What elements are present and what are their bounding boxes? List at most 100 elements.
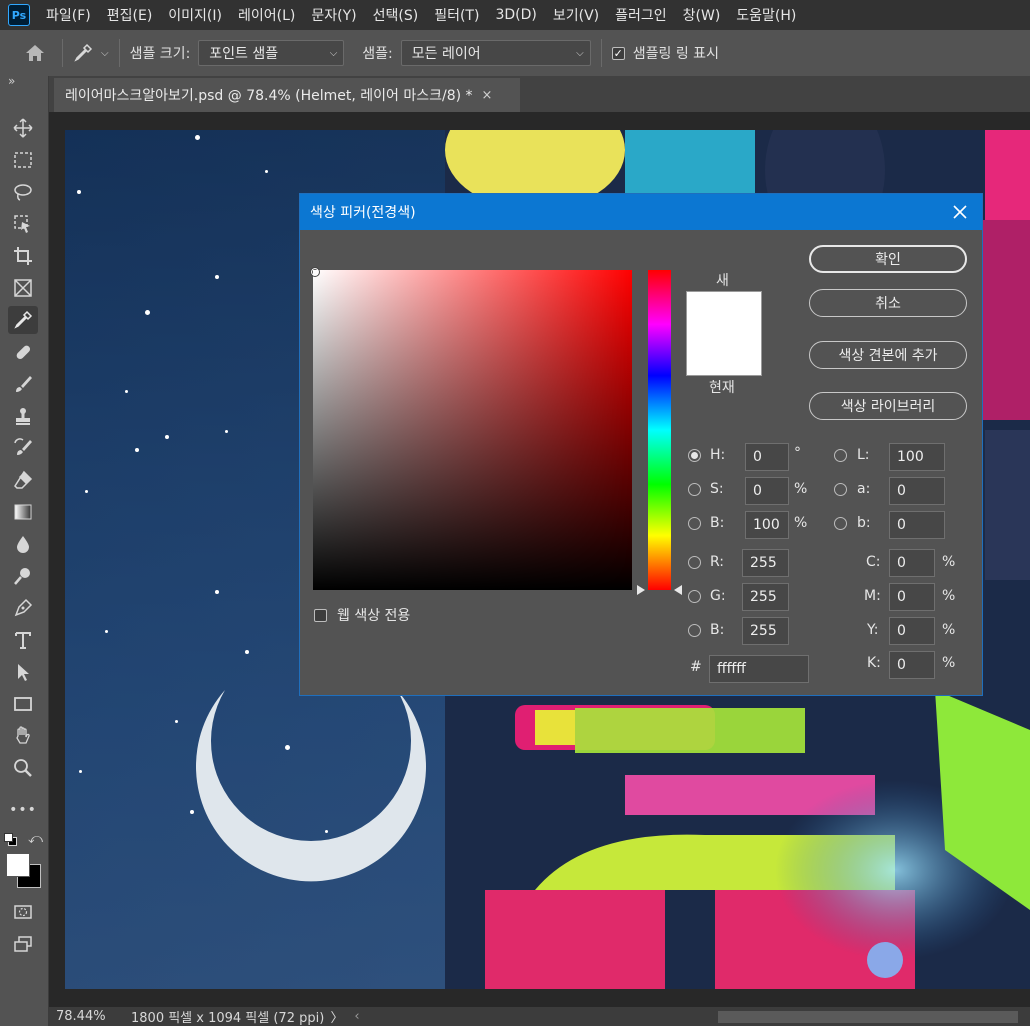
menu-select[interactable]: 선택(S) [365, 5, 427, 25]
sample-size-dropdown[interactable]: 포인트 샘플 ⌵ [198, 40, 345, 66]
green-label: G: [710, 588, 726, 604]
black-field[interactable]: 0 [889, 651, 935, 679]
cyan-field[interactable]: 0 [889, 549, 935, 577]
lab-l-field[interactable]: 100 [889, 443, 945, 471]
cancel-button[interactable]: 취소 [809, 289, 967, 317]
marquee-tool-icon[interactable] [8, 146, 38, 174]
gradient-tool-icon[interactable] [8, 498, 38, 526]
lab-a-radio[interactable] [834, 483, 847, 496]
menu-window[interactable]: 창(W) [675, 5, 729, 25]
horizontal-scrollbar[interactable] [718, 1010, 1018, 1023]
color-field-marker[interactable] [310, 267, 320, 277]
blur-tool-icon[interactable] [8, 530, 38, 558]
dialog-title-bar[interactable]: 색상 피커(전경색) [300, 194, 982, 230]
path-select-tool-icon[interactable] [8, 658, 38, 686]
color-field[interactable] [313, 270, 632, 590]
red-field[interactable]: 255 [742, 549, 789, 577]
frame-tool-icon[interactable] [8, 274, 38, 302]
add-to-swatches-button[interactable]: 색상 견본에 추가 [809, 341, 967, 369]
brightness-field[interactable]: 100 [745, 511, 789, 539]
color-libraries-button[interactable]: 색상 라이브러리 [809, 392, 967, 420]
collapse-panel-icon[interactable]: » [8, 74, 15, 88]
magenta-label: M: [864, 588, 881, 604]
rectangle-tool-icon[interactable] [8, 690, 38, 718]
quick-mask-icon[interactable] [8, 898, 38, 926]
more-tools-icon[interactable]: ••• [8, 796, 38, 824]
menu-help[interactable]: 도움말(H) [728, 5, 804, 25]
crop-tool-icon[interactable] [8, 242, 38, 270]
black-unit: % [942, 655, 956, 671]
hue-field[interactable]: 0 [745, 443, 789, 471]
object-select-tool-icon[interactable] [8, 210, 38, 238]
swap-colors-icon[interactable]: ⤺ [28, 831, 43, 847]
healing-tool-icon[interactable] [8, 338, 38, 366]
menu-plugins[interactable]: 플러그인 [607, 5, 675, 25]
show-sampling-ring-label: 샘플링 링 표시 [632, 46, 719, 62]
menu-layer[interactable]: 레이어(L) [230, 5, 303, 25]
lab-a-field[interactable]: 0 [889, 477, 945, 505]
hex-field[interactable]: ffffff [709, 655, 809, 683]
saturation-radio[interactable] [688, 483, 701, 496]
magenta-field[interactable]: 0 [889, 583, 935, 611]
hue-slider[interactable] [648, 270, 671, 590]
hue-slider-right-arrow-icon[interactable] [674, 585, 682, 595]
move-tool-icon[interactable] [8, 114, 38, 142]
menu-file[interactable]: 파일(F) [38, 5, 99, 25]
zoom-tool-icon[interactable] [8, 754, 38, 782]
status-menu-arrow-icon[interactable]: 〉 [326, 1007, 348, 1026]
saturation-field[interactable]: 0 [745, 477, 789, 505]
lab-l-radio[interactable] [834, 449, 847, 462]
foreground-color-swatch[interactable] [6, 853, 30, 877]
tools-panel: » ••• ⤺ [0, 74, 49, 1026]
web-colors-only-checkbox[interactable] [314, 609, 327, 622]
sample-size-value: 포인트 샘플 [209, 46, 279, 62]
eyedropper-tool-icon[interactable] [8, 306, 38, 334]
stamp-tool-icon[interactable] [8, 402, 38, 430]
brush-tool-icon[interactable] [8, 370, 38, 398]
yellow-label: Y: [867, 622, 879, 638]
photoshop-logo: Ps [8, 4, 30, 26]
hue-radio[interactable] [688, 449, 701, 462]
menu-edit[interactable]: 편집(E) [99, 5, 161, 25]
pen-tool-icon[interactable] [8, 594, 38, 622]
type-tool-icon[interactable] [8, 626, 38, 654]
magenta-unit: % [942, 588, 956, 604]
ok-button[interactable]: 확인 [809, 245, 967, 273]
home-icon[interactable] [22, 40, 48, 66]
dodge-tool-icon[interactable] [8, 562, 38, 590]
new-color-label: 새 [716, 273, 729, 289]
close-icon[interactable]: × [482, 88, 493, 103]
zoom-level[interactable]: 78.44% [56, 1009, 126, 1024]
green-radio[interactable] [688, 590, 701, 603]
menu-type[interactable]: 문자(Y) [303, 5, 364, 25]
blue-field[interactable]: 255 [742, 617, 789, 645]
menu-view[interactable]: 보기(V) [545, 5, 607, 25]
brightness-radio[interactable] [688, 517, 701, 530]
eraser-tool-icon[interactable] [8, 466, 38, 494]
red-radio[interactable] [688, 556, 701, 569]
lab-b-radio[interactable] [834, 517, 847, 530]
chevron-down-icon: ⌵ [329, 47, 338, 59]
document-tab[interactable]: 레이어마스크알아보기.psd @ 78.4% (Helmet, 레이어 마스크/… [54, 78, 520, 112]
default-colors-icon[interactable] [4, 833, 17, 846]
lab-b-field[interactable]: 0 [889, 511, 945, 539]
blue-radio[interactable] [688, 624, 701, 637]
lasso-tool-icon[interactable] [8, 178, 38, 206]
hue-slider-left-arrow-icon[interactable] [637, 585, 645, 595]
history-brush-tool-icon[interactable] [8, 434, 38, 462]
sample-value: 모든 레이어 [411, 46, 481, 62]
screen-mode-icon[interactable] [8, 930, 38, 958]
menu-3d[interactable]: 3D(D) [487, 7, 544, 23]
scroll-left-icon[interactable]: ‹ [348, 1009, 366, 1024]
sample-dropdown[interactable]: 모든 레이어 ⌵ [400, 40, 591, 66]
yellow-field[interactable]: 0 [889, 617, 935, 645]
lab-b-label: b: [857, 515, 871, 531]
menu-image[interactable]: 이미지(I) [160, 5, 230, 25]
show-sampling-ring-checkbox[interactable]: ✓ [611, 46, 625, 60]
hand-tool-icon[interactable] [8, 722, 38, 750]
close-icon[interactable] [948, 200, 972, 224]
current-color-swatch[interactable] [686, 334, 762, 376]
menu-filter[interactable]: 필터(T) [426, 5, 487, 25]
green-field[interactable]: 255 [742, 583, 789, 611]
eyedropper-preset-icon[interactable]: ⌵ [73, 43, 109, 63]
